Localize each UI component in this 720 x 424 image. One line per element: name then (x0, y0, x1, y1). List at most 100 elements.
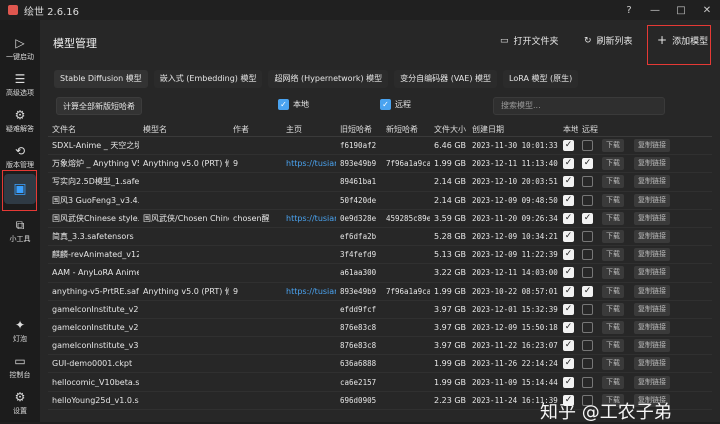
copy-link-button[interactable]: 复制链接 (634, 175, 670, 189)
table-row[interactable]: 国风3 GuoFeng3_v3.4.saf 50f420de 2.14 GB 2023… (48, 192, 712, 210)
copy-link-button[interactable]: 复制链接 (634, 320, 670, 334)
column-header[interactable]: 作者 (229, 124, 282, 136)
cell-home[interactable]: https://tusiart (282, 159, 336, 168)
tab-vae[interactable]: 变分自编码器 (VAE) 模型 (394, 70, 497, 88)
column-header[interactable]: 文件大小 (430, 124, 468, 136)
table-row[interactable]: gameIconInstitute_v21.s efdd9fcf 3.97 GB 20… (48, 301, 712, 319)
local-checkbox[interactable]: ✓ (563, 140, 574, 152)
table-row[interactable]: SDXL-Anime _ 天空之境 f6190af2 6.46 GB 2023-11-… (48, 137, 712, 156)
local-checkbox[interactable]: ✓ (563, 267, 574, 279)
remote-checkbox[interactable]: ✓ (582, 285, 593, 297)
column-header[interactable]: 主页 (282, 124, 336, 136)
local-checkbox[interactable]: ✓ (563, 194, 574, 206)
search-input[interactable]: 搜索模型... (493, 97, 665, 115)
sidebar-item-versions[interactable]: ⟲ 版本管理 (0, 144, 40, 170)
remote-checkbox[interactable] (582, 321, 593, 333)
remote-checkbox[interactable] (582, 303, 593, 315)
sidebar-item-console[interactable]: ▭ 控制台 (0, 354, 40, 380)
copy-link-button[interactable]: 复制链接 (634, 302, 670, 316)
copy-link-button[interactable]: 复制链接 (634, 230, 670, 244)
local-checkbox[interactable]: ✓ (563, 285, 574, 297)
local-checkbox[interactable]: ✓ (563, 176, 574, 188)
download-button[interactable]: 下载 (602, 302, 624, 316)
table-row[interactable]: hellocomic_V10beta.safe ca6e2157 1.99 GB 20… (48, 373, 712, 392)
remote-checkbox[interactable] (582, 194, 593, 206)
download-button[interactable]: 下载 (602, 375, 624, 389)
copy-link-button[interactable]: 复制链接 (634, 139, 670, 153)
maximize-button[interactable]: □ (668, 0, 694, 20)
column-header[interactable] (598, 124, 630, 136)
tab-embedding[interactable]: 嵌入式 (Embedding) 模型 (153, 70, 263, 88)
tab-lora[interactable]: LoRA 模型 (原生) (503, 70, 579, 88)
cell-home[interactable]: https://tusiart (282, 214, 336, 223)
remote-checkbox[interactable] (582, 340, 593, 352)
copy-link-button[interactable]: 复制链接 (634, 193, 670, 207)
copy-link-button[interactable]: 复制链接 (634, 157, 670, 171)
sidebar-item-tools[interactable]: ⧉ 小工具 (0, 218, 40, 244)
column-header[interactable]: 模型名 (139, 124, 229, 136)
compute-hash-button[interactable]: 计算全部新版短哈希 (56, 97, 142, 115)
column-header[interactable]: 远程 (578, 124, 598, 136)
column-header[interactable] (630, 124, 675, 136)
copy-link-button[interactable]: 复制链接 (634, 211, 670, 225)
column-header[interactable]: 文件名 (48, 124, 139, 136)
tab-stable-diffusion[interactable]: Stable Diffusion 模型 (54, 70, 148, 88)
remote-checkbox[interactable] (582, 267, 593, 279)
download-button[interactable]: 下载 (602, 139, 624, 153)
remote-checkbox[interactable] (582, 231, 593, 243)
copy-link-button[interactable]: 复制链接 (634, 248, 670, 262)
table-row[interactable]: gameIconInstitute_v30.s 876e83c8 3.97 GB 20… (48, 337, 712, 356)
download-button[interactable]: 下载 (602, 248, 624, 262)
local-checkbox[interactable]: ✓ (563, 376, 574, 388)
open-folder-button[interactable]: ▭ 打开文件夹 (500, 34, 559, 48)
download-button[interactable]: 下载 (602, 320, 624, 334)
table-row[interactable]: 简真_3.3.safetensors ef6dfa2b 5.28 GB 2023-12… (48, 228, 712, 247)
remote-filter-checkbox[interactable]: ✓ 远程 (380, 99, 411, 110)
copy-link-button[interactable]: 复制链接 (634, 375, 670, 389)
table-row[interactable]: 国风武侠Chinese style.ck 国风武侠/Chosen Chine cho… (48, 210, 712, 228)
tab-hypernetwork[interactable]: 超网络 (Hypernetwork) 模型 (268, 70, 389, 88)
table-row[interactable]: GUI-demo0001.ckpt 636a6888 1.99 GB 2023-11-… (48, 355, 712, 374)
local-checkbox[interactable]: ✓ (563, 321, 574, 333)
help-button[interactable]: ? (616, 0, 642, 20)
local-checkbox[interactable]: ✓ (563, 212, 574, 224)
download-button[interactable]: 下载 (602, 230, 624, 244)
table-row[interactable]: AAM - AnyLoRA Anime a61aa300 3.22 GB 2023-1… (48, 264, 712, 283)
sidebar-item-launch[interactable]: ▷ 一键启动 (0, 36, 40, 62)
local-checkbox[interactable]: ✓ (563, 303, 574, 315)
local-checkbox[interactable]: ✓ (563, 340, 574, 352)
refresh-button[interactable]: ↻ 刷新列表 (584, 34, 633, 48)
remote-checkbox[interactable] (582, 376, 593, 388)
table-row[interactable]: gameIconInstitute_v22.s 876e83c8 3.97 GB 20… (48, 319, 712, 338)
column-header[interactable]: 旧短哈希 (336, 124, 382, 136)
sidebar-item-bulb[interactable]: ✦ 灯泡 (0, 318, 40, 344)
download-button[interactable]: 下载 (602, 284, 624, 298)
local-checkbox[interactable]: ✓ (563, 158, 574, 170)
remote-checkbox[interactable] (582, 358, 593, 370)
table-row[interactable]: 写实向2.5D模型_1.safeten 89461ba1 2.14 GB 2023-1… (48, 173, 712, 192)
column-header[interactable]: 创建日期 (468, 124, 559, 136)
remote-checkbox[interactable] (582, 176, 593, 188)
copy-link-button[interactable]: 复制链接 (634, 357, 670, 371)
download-button[interactable]: 下载 (602, 193, 624, 207)
sidebar-item-settings[interactable]: ⚙ 设置 (0, 390, 40, 416)
local-checkbox[interactable]: ✓ (563, 358, 574, 370)
table-row[interactable]: anything-v5-PrtRE.safet Anything v5.0 (PR… (48, 283, 712, 301)
local-filter-checkbox[interactable]: ✓ 本地 (278, 99, 309, 110)
download-button[interactable]: 下载 (602, 175, 624, 189)
close-button[interactable]: ✕ (694, 0, 720, 20)
download-button[interactable]: 下载 (602, 266, 624, 280)
remote-checkbox[interactable]: ✓ (582, 212, 593, 224)
download-button[interactable]: 下载 (602, 339, 624, 353)
copy-link-button[interactable]: 复制链接 (634, 339, 670, 353)
remote-checkbox[interactable]: ✓ (582, 158, 593, 170)
copy-link-button[interactable]: 复制链接 (634, 284, 670, 298)
copy-link-button[interactable]: 复制链接 (634, 266, 670, 280)
remote-checkbox[interactable] (582, 140, 593, 152)
sidebar-item-troubleshoot[interactable]: ⚙ 疑难解答 (0, 108, 40, 134)
minimize-button[interactable]: — (642, 0, 668, 20)
download-button[interactable]: 下载 (602, 357, 624, 371)
cell-home[interactable]: https://tusiart (282, 287, 336, 296)
sidebar-item-advanced[interactable]: ☰ 高级选项 (0, 72, 40, 98)
download-button[interactable]: 下载 (602, 157, 624, 171)
